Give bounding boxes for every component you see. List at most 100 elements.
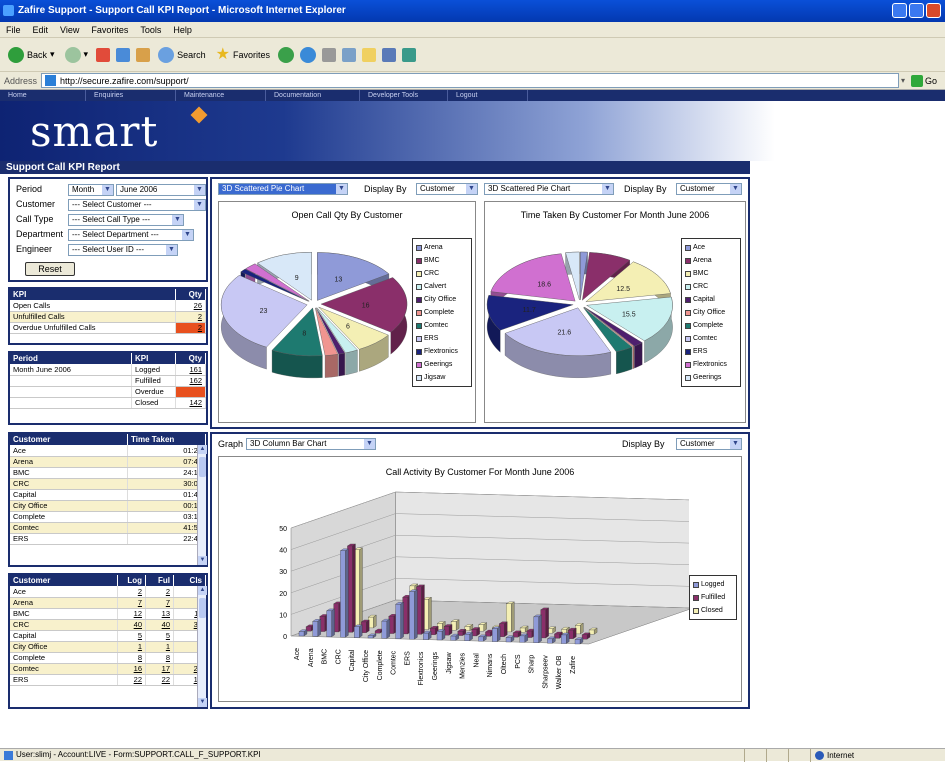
home-icon[interactable] [136,47,151,62]
customer-cell: Complete [10,511,128,523]
count-link[interactable]: 17 [145,663,174,675]
mail-icon[interactable] [321,47,336,62]
close-button[interactable] [926,3,941,18]
bar-side [497,626,501,642]
bar-logged-crc [340,550,346,638]
unfulfilled-calls-link[interactable]: 2 [175,311,206,323]
legend-label: CRC [693,283,709,290]
period-value-select[interactable]: June 2006 ▼ [116,184,206,196]
minimize-button[interactable] [892,3,907,18]
menu-view[interactable]: View [60,25,79,35]
bar-side [366,619,370,634]
history-icon[interactable] [299,46,316,63]
count-link[interactable]: 5 [145,630,174,642]
chart3-type-select[interactable]: 3D Column Bar Chart ▼ [246,438,376,450]
count-link[interactable]: 1 [117,641,146,653]
bar-logged-complete [381,620,387,639]
count-link[interactable]: 1 [145,641,174,653]
print-icon[interactable] [341,47,356,62]
open-calls-link[interactable]: 26 [175,300,206,312]
count-link[interactable]: 8 [117,652,146,664]
count-link[interactable]: 22 [145,674,174,686]
chart1-display-select[interactable]: Customer ▼ [416,183,478,195]
reset-button[interactable]: Reset [25,262,75,276]
count-link[interactable]: 5 [117,630,146,642]
overdue-link[interactable] [175,386,206,398]
department-select[interactable]: --- Select Department --- ▼ [68,229,194,241]
count-link[interactable]: 2 [117,586,146,598]
count-link[interactable]: 13 [145,608,174,620]
value-cell: 30:00 [127,478,206,490]
menu-favorites[interactable]: Favorites [91,25,128,35]
search-button[interactable]: Search [156,45,208,65]
address-dropdown-icon[interactable]: ▾ [901,76,905,85]
stop-icon[interactable] [96,47,111,62]
go-button[interactable]: Go [911,74,937,87]
value-cell: 03:10 [127,511,206,523]
menu-help[interactable]: Help [173,25,192,35]
search-icon [158,46,175,63]
chevron-down-icon: ▼ [194,185,205,195]
refresh-icon[interactable] [116,47,131,62]
media-icon[interactable] [277,46,294,63]
favorites-button[interactable]: ★ Favorites [214,46,272,64]
x-tick-label: Flextronics [418,651,425,685]
count-link[interactable]: 7 [117,597,146,609]
nav-documentation[interactable]: Documentation [266,90,360,101]
customer-select[interactable]: --- Select Customer --- ▼ [68,199,206,211]
calltype-select[interactable]: --- Select Call Type --- ▼ [68,214,184,226]
x-tick-label: Zafire [570,656,577,674]
chart3-display-select[interactable]: Customer ▼ [676,438,742,450]
counts-scrollbar[interactable]: ▲ ▼ [197,586,207,707]
legend-item: Ace [685,241,737,254]
count-link[interactable]: 22 [117,674,146,686]
maximize-button[interactable] [909,3,924,18]
count-link[interactable]: 40 [117,619,146,631]
scroll-thumb[interactable] [199,457,206,477]
scroll-down-icon[interactable]: ▼ [198,698,207,707]
forward-button[interactable]: ▾ [63,45,91,65]
nav-maintenance[interactable]: Maintenance [176,90,266,101]
legend-item: Complete [685,319,737,332]
nav-logout[interactable]: Logout [448,90,528,101]
scroll-up-icon[interactable]: ▲ [198,445,207,454]
period-label: Period [16,184,43,194]
fulfilled-link[interactable]: 162 [175,375,206,387]
x-tick-label: Sharpseev [542,655,549,689]
chart1-type-select[interactable]: 3D Scattered Pie Chart ▼ [218,183,348,195]
menu-edit[interactable]: Edit [33,25,49,35]
nav-home[interactable]: Home [0,90,86,101]
scroll-up-icon[interactable]: ▲ [198,586,207,595]
back-button[interactable]: Back ▾ [6,45,57,65]
research-icon[interactable] [401,47,416,62]
overdue-calls-link[interactable]: 2 [175,322,206,334]
menu-tools[interactable]: Tools [140,25,161,35]
count-link[interactable]: 12 [117,608,146,620]
chart2-display-select[interactable]: Customer ▼ [676,183,742,195]
scroll-down-icon[interactable]: ▼ [198,556,207,565]
closed-link[interactable]: 142 [175,397,206,409]
chart2-type-select[interactable]: 3D Scattered Pie Chart ▼ [484,183,614,195]
scroll-thumb[interactable] [199,598,206,618]
logged-link[interactable]: 161 [175,364,206,376]
engineer-select[interactable]: --- Select User ID --- ▼ [68,244,178,256]
count-link[interactable]: 2 [145,586,174,598]
count-link[interactable]: 40 [145,619,174,631]
messenger-icon[interactable] [381,47,396,62]
legend-swatch [416,270,422,277]
legend-item: Geerings [685,371,737,384]
time-taken-scrollbar[interactable]: ▲ ▼ [197,445,207,565]
count-link[interactable]: 7 [145,597,174,609]
count-link[interactable]: 16 [117,663,146,675]
menu-file[interactable]: File [6,25,21,35]
nav-enquiries[interactable]: Enquiries [86,90,176,101]
status-text: User:slimj - Account:LIVE - Form:SUPPORT… [16,750,261,759]
legend-item: Capital [685,293,737,306]
address-input[interactable]: http://secure.zafire.com/support/ [41,73,900,88]
period-unit-select[interactable]: Month ▼ [68,184,114,196]
folder-icon[interactable] [361,47,376,62]
bar-logged-sharp [533,616,539,643]
zone-indicator: Internet [810,749,854,762]
count-link[interactable]: 8 [145,652,174,664]
nav-developer-tools[interactable]: Developer Tools [360,90,448,101]
